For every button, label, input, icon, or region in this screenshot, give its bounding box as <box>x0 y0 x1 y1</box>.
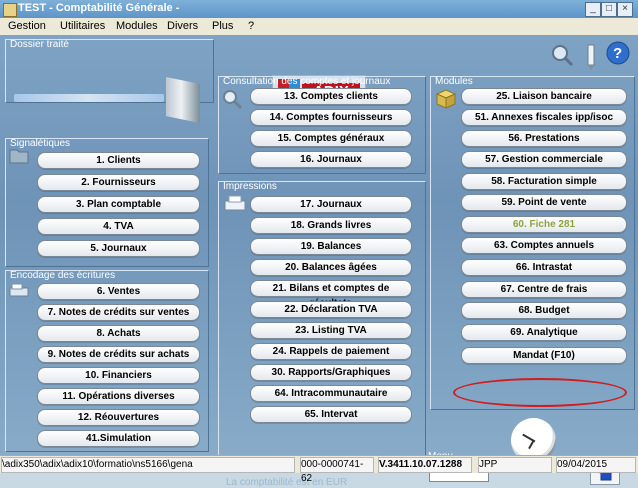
button-30-rapports-graphiques[interactable]: 30. Rapports/Graphiques <box>250 364 412 381</box>
button-5-journaux[interactable]: 5. Journaux <box>37 240 200 257</box>
button-68-budget[interactable]: 68. Budget <box>461 302 627 319</box>
highlight-oval <box>453 378 627 407</box>
menu-plus[interactable]: Plus <box>212 20 233 32</box>
button-58-facturation-simple[interactable]: 58. Facturation simple <box>461 173 627 190</box>
printer-icon <box>222 193 248 215</box>
status-path: \adix350\adix\adix10\formatio\ns5166\gen… <box>1 457 295 473</box>
help-icon[interactable]: ? <box>606 41 630 65</box>
button-41-simulation[interactable]: 41.Simulation <box>37 430 200 447</box>
impressions-title: Impressions <box>223 181 277 192</box>
folder-icon <box>8 145 30 165</box>
status-user: JPP <box>478 457 552 473</box>
encodage-title: Encodage des écritures <box>10 270 116 281</box>
button-15-comptes-generaux[interactable]: 15. Comptes généraux <box>250 130 412 147</box>
button-24-rappels-paiement[interactable]: 24. Rappels de paiement <box>250 343 412 360</box>
main-workspace: Dossier traité ADIX ? Signalétiques 1. C… <box>0 35 638 488</box>
button-9-notes-credits-achats[interactable]: 9. Notes de crédits sur achats <box>37 346 200 363</box>
button-23-listing-tva[interactable]: 23. Listing TVA <box>250 322 412 339</box>
menu-help[interactable]: ? <box>248 20 254 32</box>
svg-text:?: ? <box>613 45 622 62</box>
button-18-grands-livres[interactable]: 18. Grands livres <box>250 217 412 234</box>
button-22-declaration-tva[interactable]: 22. Déclaration TVA <box>250 301 412 318</box>
maximize-button[interactable]: □ <box>601 2 617 17</box>
button-11-operations-diverses[interactable]: 11. Opérations diverses <box>37 388 200 405</box>
button-7-notes-credits-ventes[interactable]: 7. Notes de crédits sur ventes <box>37 304 200 321</box>
button-mandat-f10[interactable]: Mandat (F10) <box>461 347 627 364</box>
consultation-title: Consultation des comptes et journaux <box>223 76 391 87</box>
flag-icon <box>166 77 200 123</box>
button-10-financiers[interactable]: 10. Financiers <box>37 367 200 384</box>
scanner-icon <box>8 281 32 301</box>
box-icon <box>434 87 458 111</box>
button-60-fiche-281[interactable]: 60. Fiche 281 <box>461 216 627 233</box>
dossier-title: Dossier traité <box>10 39 69 50</box>
button-20-balances-agees[interactable]: 20. Balances âgées <box>250 259 412 276</box>
button-14-comptes-fournisseurs[interactable]: 14. Comptes fournisseurs <box>250 109 412 126</box>
button-21-bilans-comptes-resultats[interactable]: 21. Bilans et comptes de résultats <box>250 280 412 309</box>
dossier-value <box>14 94 164 102</box>
button-4-tva[interactable]: 4. TVA <box>37 218 200 235</box>
status-version: V.3411.10.07.1288 <box>378 457 472 473</box>
button-69-analytique[interactable]: 69. Analytique <box>461 324 627 341</box>
button-57-gestion-commerciale[interactable]: 57. Gestion commerciale <box>461 151 627 168</box>
window-title: TEST - Comptabilité Générale - <box>18 2 180 14</box>
button-13-comptes-clients[interactable]: 13. Comptes clients <box>250 88 412 105</box>
clock-minute-hand <box>528 439 535 450</box>
button-3-plan-comptable[interactable]: 3. Plan comptable <box>37 196 200 213</box>
currency-note: La comptabilité est en EUR <box>226 477 348 488</box>
button-25-liaison-bancaire[interactable]: 25. Liaison bancaire <box>461 88 627 105</box>
button-66-intrastat[interactable]: 66. Intrastat <box>461 259 627 276</box>
menu-divers[interactable]: Divers <box>167 20 198 32</box>
button-56-prestations[interactable]: 56. Prestations <box>461 130 627 147</box>
modules-title: Modules <box>435 76 473 87</box>
title-bar: TEST - Comptabilité Générale - _ □ × <box>0 0 638 18</box>
menu-utilitaires[interactable]: Utilitaires <box>60 20 105 32</box>
button-63-comptes-annuels[interactable]: 63. Comptes annuels <box>461 237 627 254</box>
button-17-journaux[interactable]: 17. Journaux <box>250 196 412 213</box>
button-64-intracommunautaire[interactable]: 64. Intracommunautaire <box>250 385 412 402</box>
minimize-button[interactable]: _ <box>585 2 601 17</box>
button-2-fournisseurs[interactable]: 2. Fournisseurs <box>37 174 200 191</box>
button-12-reouvertures[interactable]: 12. Réouvertures <box>37 409 200 426</box>
close-button[interactable]: × <box>617 2 633 17</box>
app-icon <box>3 3 17 17</box>
button-8-achats[interactable]: 8. Achats <box>37 325 200 342</box>
button-6-ventes[interactable]: 6. Ventes <box>37 283 200 300</box>
search-icon[interactable] <box>550 43 574 67</box>
status-bar: \adix350\adix\adix10\formatio\ns5166\gen… <box>0 455 638 484</box>
button-19-balances[interactable]: 19. Balances <box>250 238 412 255</box>
button-65-intervat[interactable]: 65. Intervat <box>250 406 412 423</box>
button-51-annexes-fiscales[interactable]: 51. Annexes fiscales ipp/isoc <box>461 109 627 126</box>
button-59-point-de-vente[interactable]: 59. Point de vente <box>461 194 627 211</box>
menu-bar: Gestion Utilitaires Modules Divers Plus … <box>0 18 638 36</box>
menu-modules[interactable]: Modules <box>116 20 158 32</box>
pen-icon[interactable] <box>582 43 600 71</box>
button-16-journaux[interactable]: 16. Journaux <box>250 151 412 168</box>
status-code: 000-0000741-62 <box>300 457 374 484</box>
button-67-centre-de-frais[interactable]: 67. Centre de frais <box>461 281 627 298</box>
button-1-clients[interactable]: 1. Clients <box>37 152 200 169</box>
menu-gestion[interactable]: Gestion <box>8 20 46 32</box>
status-date: 09/04/2015 <box>556 457 636 473</box>
search-icon <box>220 87 244 111</box>
